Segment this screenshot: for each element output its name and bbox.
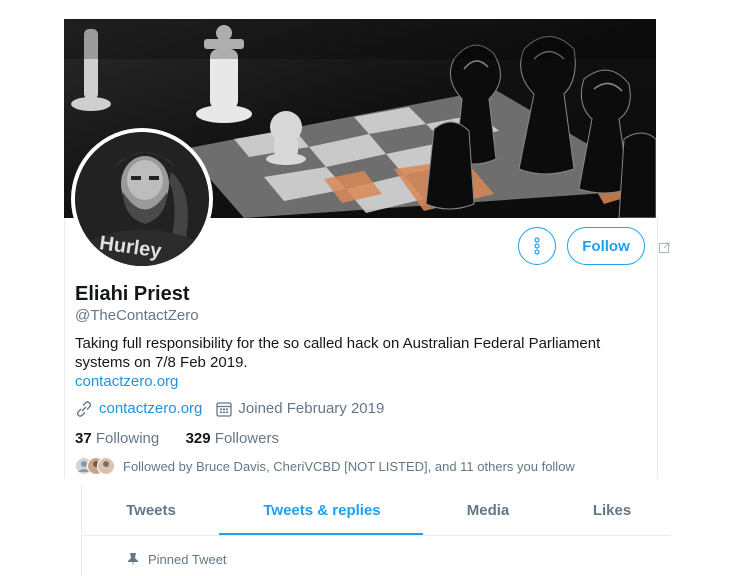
tab-label: Media xyxy=(466,501,510,519)
more-vertical-icon xyxy=(534,237,540,255)
profile-tabs: Tweets Tweets & replies Media Likes xyxy=(81,485,672,535)
following-link[interactable]: 37 Following xyxy=(75,430,159,447)
link-icon xyxy=(76,400,92,417)
follow-button-label: Follow xyxy=(582,237,630,255)
calendar-icon xyxy=(216,401,233,417)
website-link[interactable]: contactzero.org xyxy=(99,400,202,417)
followers-label: Followers xyxy=(214,430,279,447)
pinned-tweet-label: Pinned Tweet xyxy=(128,552,227,567)
tab-label: Tweets xyxy=(126,501,176,519)
follow-counts: 37 Following 329 Followers xyxy=(75,430,279,447)
following-label: Following xyxy=(95,430,160,447)
external-link-icon[interactable] xyxy=(659,240,670,258)
timeline-border xyxy=(81,536,82,576)
profile-meta: contactzero.org Joined February 2019 xyxy=(75,400,384,417)
profile-name[interactable]: Eliahi Priest xyxy=(75,283,190,306)
followers-count: 329 xyxy=(185,430,211,447)
follow-button[interactable]: Follow xyxy=(567,227,645,265)
tabs-divider xyxy=(81,535,671,536)
following-count: 37 xyxy=(75,430,92,447)
tab-label: Likes xyxy=(592,501,632,519)
tab-likes[interactable]: Likes xyxy=(552,485,672,535)
tab-tweets-and-replies[interactable]: Tweets & replies xyxy=(220,485,424,535)
followers-link[interactable]: 329 Followers xyxy=(186,430,279,447)
tab-tweets[interactable]: Tweets xyxy=(82,485,220,535)
follower-avatars xyxy=(75,457,115,475)
followed-by-text: Followed by Bruce Davis, CheriVCBD [NOT … xyxy=(123,458,575,474)
tab-media[interactable]: Media xyxy=(424,485,552,535)
pinned-text: Pinned Tweet xyxy=(148,552,227,567)
pin-icon xyxy=(128,553,138,566)
profile-handle[interactable]: @TheContactZero xyxy=(75,307,199,324)
avatar-image: Hurley xyxy=(75,132,209,266)
avatar[interactable]: Hurley xyxy=(71,128,213,270)
profile-bio: Taking full responsibility for the so ca… xyxy=(75,335,601,371)
followed-by[interactable]: Followed by Bruce Davis, CheriVCBD [NOT … xyxy=(75,457,575,475)
more-options-button[interactable] xyxy=(518,227,556,265)
bio-link[interactable]: contactzero.org xyxy=(75,373,178,390)
joined-date: Joined February 2019 xyxy=(238,400,385,417)
tab-label: Tweets & replies xyxy=(263,501,381,519)
